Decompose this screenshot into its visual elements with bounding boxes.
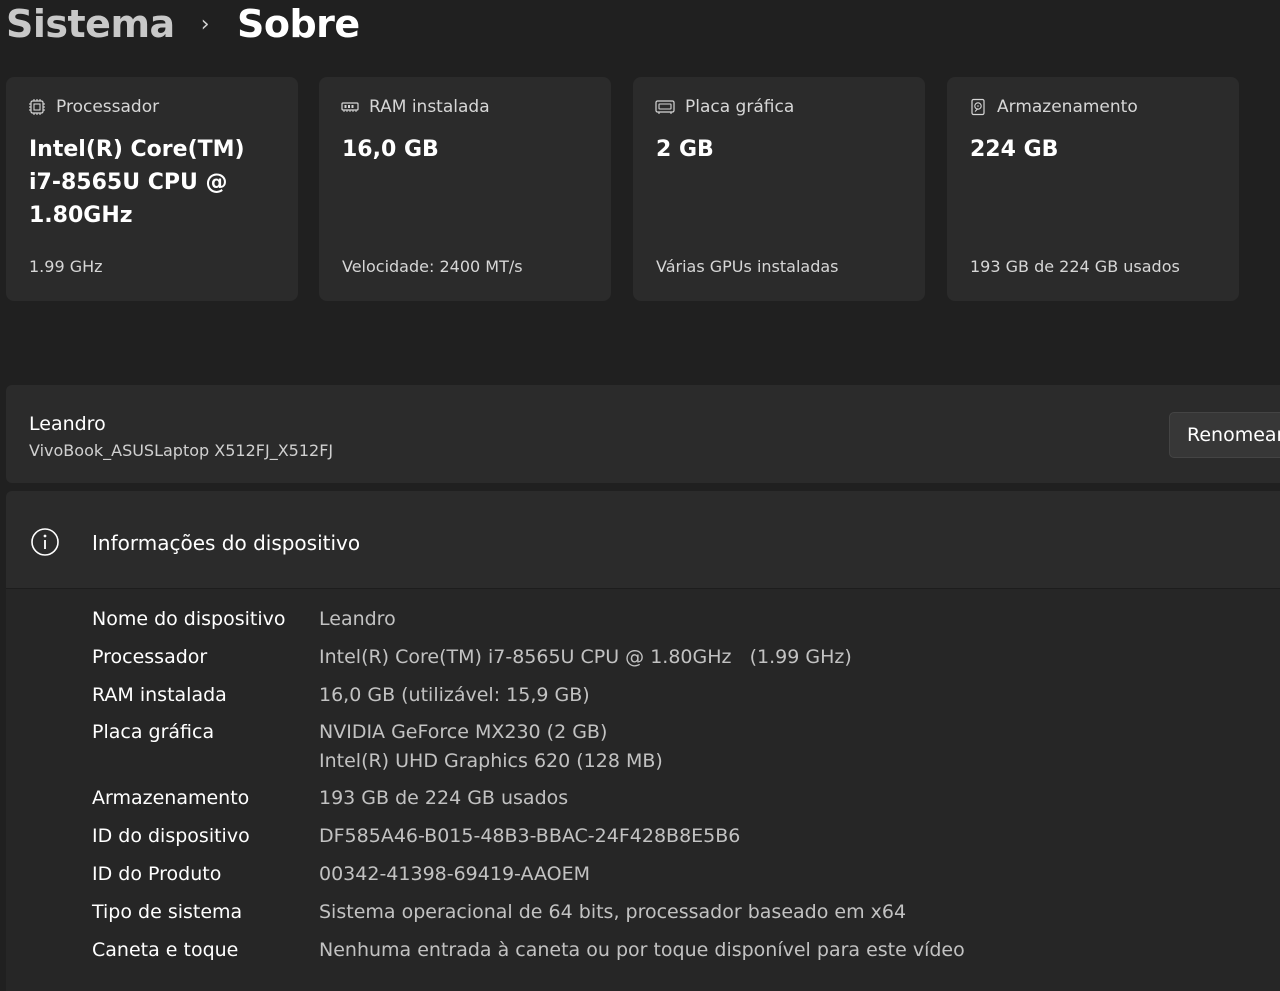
card-subtext: Velocidade: 2400 MT/s bbox=[342, 257, 523, 276]
info-label: Tipo de sistema bbox=[92, 901, 243, 923]
device-model: VivoBook_ASUSLaptop X512FJ_X512FJ bbox=[29, 441, 334, 460]
device-name: Leandro bbox=[29, 413, 106, 435]
info-label: Nome do dispositivo bbox=[92, 608, 286, 630]
processor-card: Processador Intel(R) Core(TM) i7-8565U C… bbox=[6, 77, 298, 301]
storage-drive-icon bbox=[969, 98, 987, 116]
info-value: 00342-41398-69419-AAOEM bbox=[319, 863, 591, 885]
info-value: 16,0 GB (utilizável: 15,9 GB) bbox=[319, 684, 590, 706]
info-value: Leandro bbox=[319, 608, 396, 630]
device-name-panel: Leandro VivoBook_ASUSLaptop X512FJ_X512F… bbox=[6, 385, 1280, 483]
breadcrumb: Sistema › Sobre bbox=[6, 0, 360, 48]
info-label: Processador bbox=[92, 646, 208, 668]
ram-card: RAM instalada 16,0 GB Velocidade: 2400 M… bbox=[319, 77, 611, 301]
card-value: 16,0 GB bbox=[342, 137, 439, 162]
device-info-title: Informações do dispositivo bbox=[92, 531, 361, 555]
page-title: Sobre bbox=[237, 2, 360, 46]
card-subtext: 1.99 GHz bbox=[29, 257, 103, 276]
info-label: Armazenamento bbox=[92, 787, 250, 809]
device-info-panel: Informações do dispositivo Nome do dispo… bbox=[6, 491, 1280, 991]
processor-chip-icon bbox=[28, 98, 46, 116]
info-label: ID do dispositivo bbox=[92, 825, 250, 847]
info-value-secondary: Intel(R) UHD Graphics 620 (128 MB) bbox=[319, 750, 663, 772]
card-title: Placa gráfica bbox=[685, 97, 795, 117]
info-value: Nenhuma entrada à caneta ou por toque di… bbox=[319, 939, 965, 961]
info-value: 193 GB de 224 GB usados bbox=[319, 787, 569, 809]
card-title: Armazenamento bbox=[997, 97, 1138, 117]
storage-card: Armazenamento 224 GB 193 GB de 224 GB us… bbox=[947, 77, 1239, 301]
info-value: DF585A46-B015-48B3-BBAC-24F428B8E5B6 bbox=[319, 825, 741, 847]
card-title: Processador bbox=[56, 97, 160, 117]
ram-memory-icon bbox=[341, 98, 359, 116]
info-label: ID do Produto bbox=[92, 863, 222, 885]
card-subtext: 193 GB de 224 GB usados bbox=[970, 257, 1180, 276]
info-label: Caneta e toque bbox=[92, 939, 239, 961]
device-info-rows: Nome do dispositivo Leandro Processador … bbox=[6, 589, 1280, 991]
chevron-right-icon: › bbox=[200, 11, 210, 37]
card-subtext: Várias GPUs instaladas bbox=[656, 257, 839, 276]
graphics-card: Placa gráfica 2 GB Várias GPUs instalada… bbox=[633, 77, 925, 301]
card-value: 224 GB bbox=[970, 137, 1059, 162]
card-value: Intel(R) Core(TM) i7-8565U CPU @ 1.80GHz bbox=[29, 137, 245, 228]
info-label: RAM instalada bbox=[92, 684, 227, 706]
info-label: Placa gráfica bbox=[92, 721, 215, 743]
info-value: Intel(R) Core(TM) i7-8565U CPU @ 1.80GHz… bbox=[319, 646, 852, 668]
rename-button[interactable]: Renomear bbox=[1169, 412, 1280, 458]
info-circle-icon bbox=[30, 527, 60, 561]
breadcrumb-sistema[interactable]: Sistema bbox=[6, 2, 175, 46]
card-value: 2 GB bbox=[656, 137, 714, 162]
graphics-card-icon bbox=[655, 98, 675, 116]
card-title: RAM instalada bbox=[369, 97, 490, 117]
device-info-header[interactable]: Informações do dispositivo bbox=[6, 491, 1280, 589]
info-value: Sistema operacional de 64 bits, processa… bbox=[319, 901, 907, 923]
info-value: NVIDIA GeForce MX230 (2 GB) bbox=[319, 721, 608, 743]
